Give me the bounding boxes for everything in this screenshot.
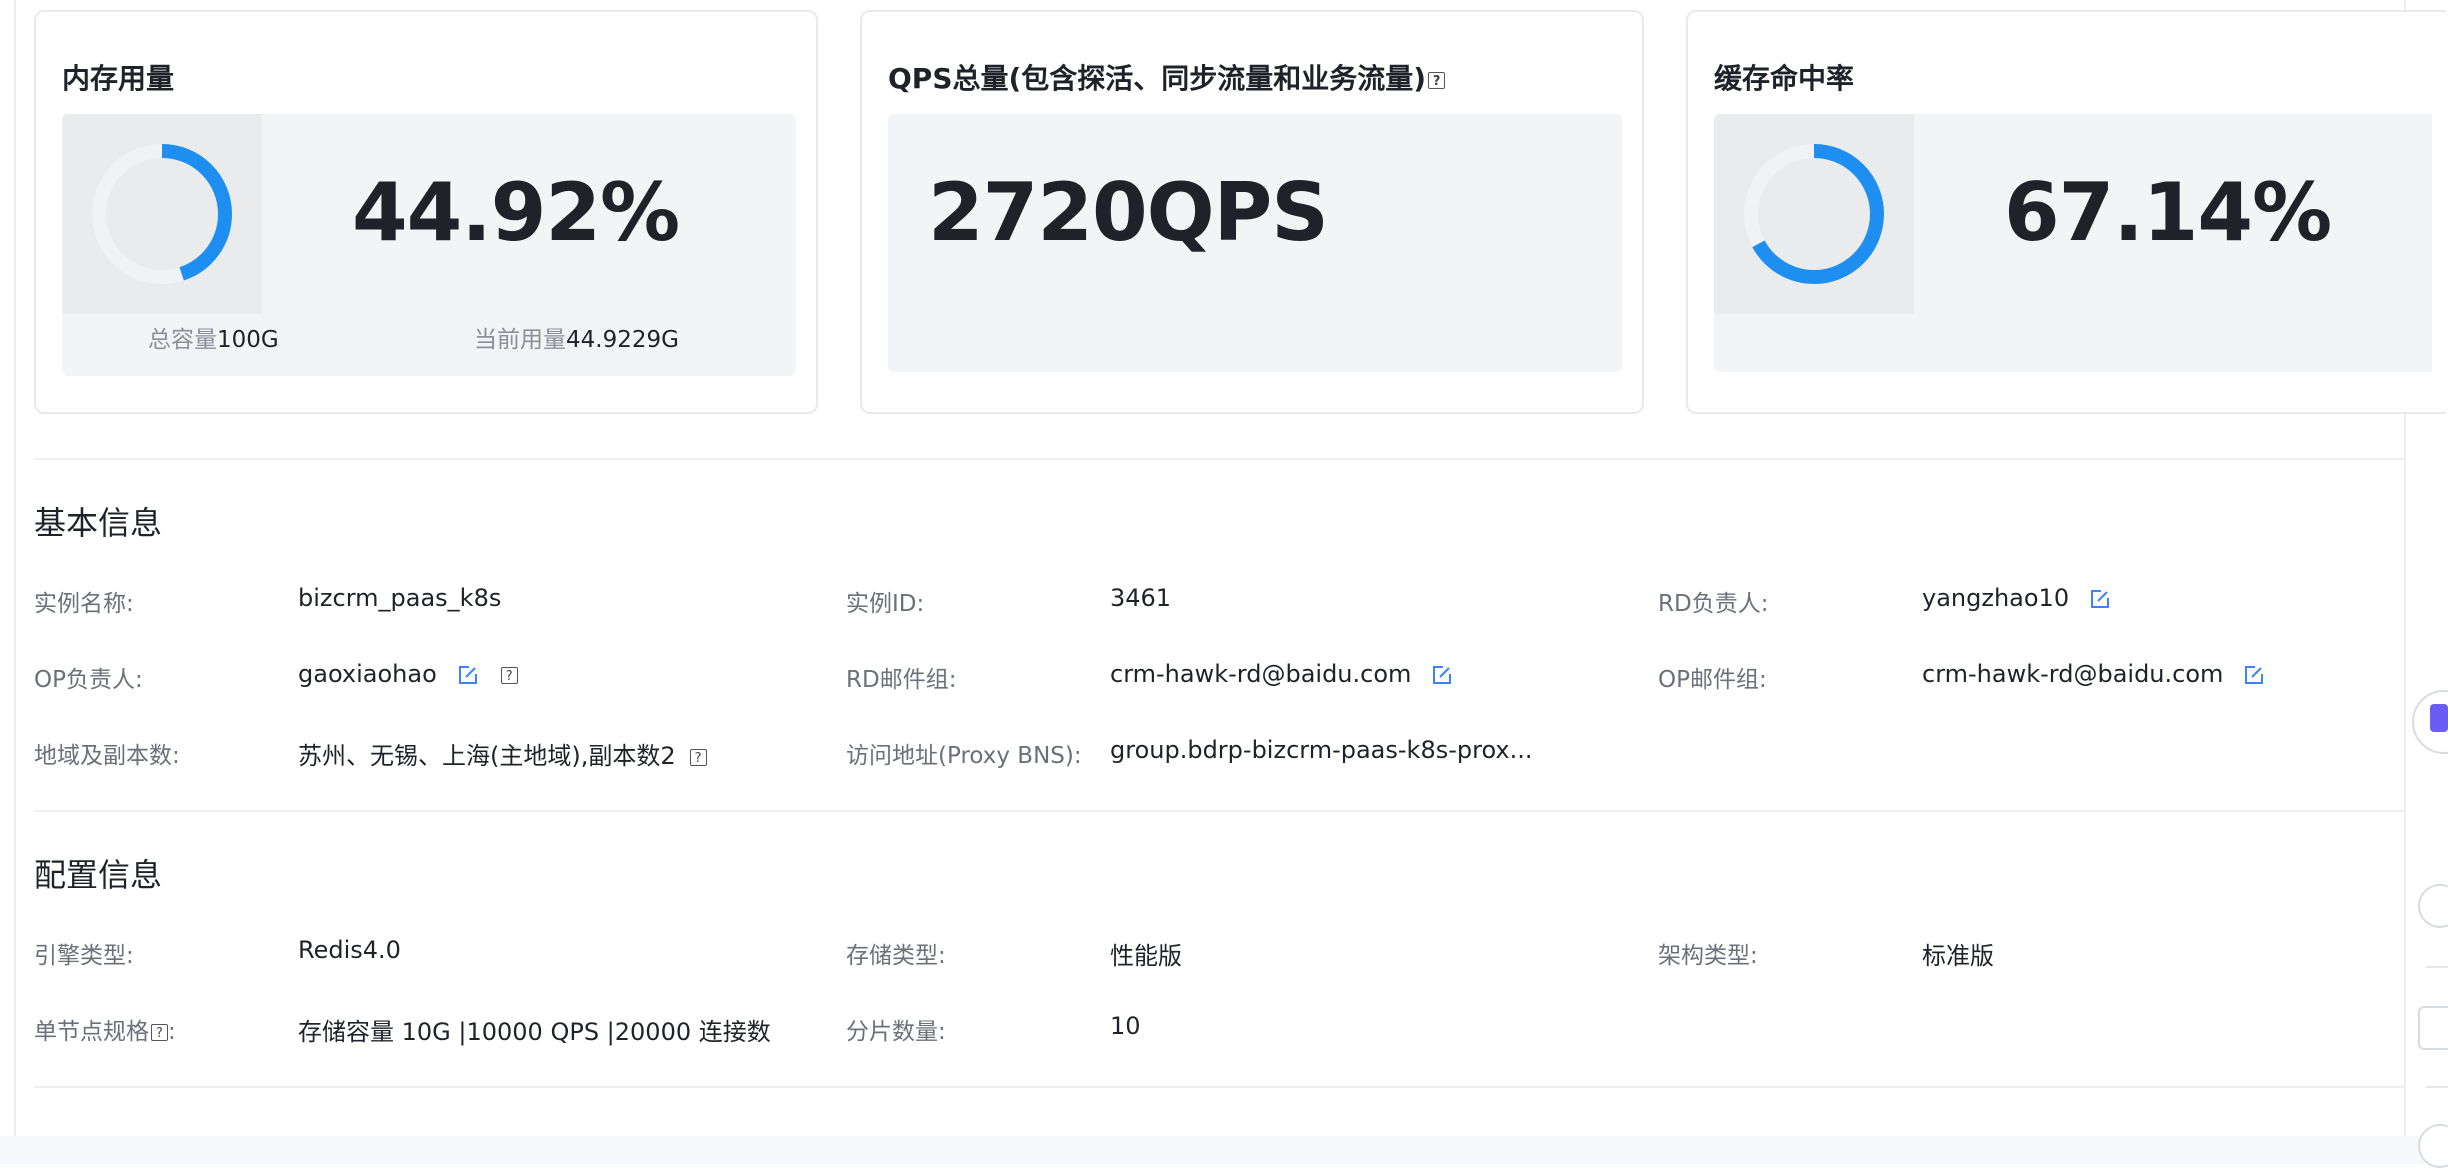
current-usage-label: 当前用量 <box>474 327 566 353</box>
total-capacity: 总容量100G <box>148 320 279 354</box>
field-label-colon: : <box>168 1019 176 1045</box>
cache-donut-chart <box>1714 114 1914 314</box>
cache-hit-value: 67.14% <box>2004 166 2332 259</box>
cache-hit-card: 缓存命中率 67.14% <box>1686 10 2446 414</box>
section-title-config: 配置信息 <box>34 856 163 894</box>
field-label: 访问地址(Proxy BNS): <box>846 743 1082 769</box>
engine-type-value: Redis4.0 <box>298 936 401 964</box>
edit-icon[interactable] <box>1431 664 1453 686</box>
memory-donut-chart <box>62 114 262 314</box>
total-capacity-label: 总容量 <box>148 327 217 353</box>
memory-usage-panel: 44.92% 总容量100G 当前用量44.9229G <box>62 114 796 376</box>
op-owner-value: gaoxiaohao <box>298 660 437 688</box>
total-capacity-value: 100G <box>217 327 279 353</box>
question-icon[interactable]: ? <box>151 1024 168 1041</box>
field-label: OP邮件组: <box>1658 667 1767 693</box>
field-label: OP负责人: <box>34 667 143 693</box>
field-label: 引擎类型: <box>34 943 134 969</box>
question-icon[interactable]: ? <box>1428 71 1446 89</box>
card-title: 内存用量 <box>62 62 175 95</box>
field-label: 实例名称: <box>34 591 134 617</box>
shard-count-value: 10 <box>1110 1012 1141 1040</box>
tool-divider <box>2426 1086 2448 1088</box>
memory-usage-card: 内存用量 44.92% 总容量100G 当前用量44.9229G <box>34 10 818 414</box>
section-divider <box>34 458 2404 460</box>
storage-type-value: 性能版 <box>1110 942 1182 970</box>
qps-value: 2720QPS <box>928 166 1329 259</box>
edit-icon[interactable] <box>457 664 479 686</box>
proxy-bns-value[interactable]: group.bdrp-bizcrm-paas-k8s-prox... <box>1110 736 1533 764</box>
qps-card: QPS总量(包含探活、同步流量和业务流量)? 2720QPS <box>860 10 1644 414</box>
op-mail-value: crm-hawk-rd@baidu.com <box>1922 660 2224 688</box>
memory-usage-value: 44.92% <box>352 166 680 259</box>
question-icon[interactable]: ? <box>500 666 518 684</box>
field-label: 存储类型: <box>846 943 946 969</box>
cache-donut-svg <box>1744 144 1884 284</box>
rd-mail-value: crm-hawk-rd@baidu.com <box>1110 660 1412 688</box>
field-label: 架构类型: <box>1658 943 1758 969</box>
question-icon[interactable]: ? <box>689 748 707 766</box>
field-label: 实例ID: <box>846 591 925 617</box>
page-bottom <box>0 1136 2448 1164</box>
region-value: 苏州、无锡、上海(主地域),副本数2 <box>298 742 676 770</box>
assistant-logo-icon <box>2430 704 2448 732</box>
help-circle-icon[interactable] <box>2418 884 2448 928</box>
architecture-type-value: 标准版 <box>1922 942 1994 970</box>
op-mail-field: crm-hawk-rd@baidu.com <box>1922 660 2265 688</box>
card-title: QPS总量(包含探活、同步流量和业务流量) <box>888 62 1427 95</box>
cache-hit-panel: 67.14% <box>1714 114 2432 372</box>
section-title-basic: 基本信息 <box>34 504 163 542</box>
rd-mail-field: crm-hawk-rd@baidu.com <box>1110 660 1453 688</box>
op-owner-field: gaoxiaohao? <box>298 660 518 688</box>
card-title: 缓存命中率 <box>1714 62 1855 95</box>
field-label: RD负责人: <box>1658 591 1769 617</box>
instance-id-value: 3461 <box>1110 584 1172 612</box>
edit-icon[interactable] <box>2243 664 2265 686</box>
qps-panel: 2720QPS <box>888 114 1622 372</box>
node-spec-label: 单节点规格?: <box>34 1012 176 1046</box>
current-usage: 当前用量44.9229G <box>474 320 679 354</box>
field-label: 分片数量: <box>846 1019 946 1045</box>
instance-name-value: bizcrm_paas_k8s <box>298 584 502 612</box>
document-icon[interactable] <box>2418 1006 2448 1050</box>
section-divider <box>34 810 2404 812</box>
edit-icon[interactable] <box>2089 588 2111 610</box>
field-label: 单节点规格 <box>34 1019 149 1045</box>
qps-card-title: QPS总量(包含探活、同步流量和业务流量)? <box>888 57 1446 97</box>
field-label: RD邮件组: <box>846 667 957 693</box>
current-usage-value: 44.9229G <box>566 327 679 353</box>
section-divider <box>34 1086 2404 1088</box>
memory-donut-svg <box>92 144 232 284</box>
tool-divider <box>2426 966 2448 968</box>
region-field: 苏州、无锡、上海(主地域),副本数2? <box>298 736 707 771</box>
field-label: 地域及副本数: <box>34 743 180 769</box>
node-spec-value: 存储容量 10G |10000 QPS |20000 连接数 <box>298 1018 771 1046</box>
rd-owner-value: yangzhao10 <box>1922 584 2070 612</box>
rd-owner-field: yangzhao10 <box>1922 584 2111 612</box>
page-left-border <box>14 0 16 1164</box>
